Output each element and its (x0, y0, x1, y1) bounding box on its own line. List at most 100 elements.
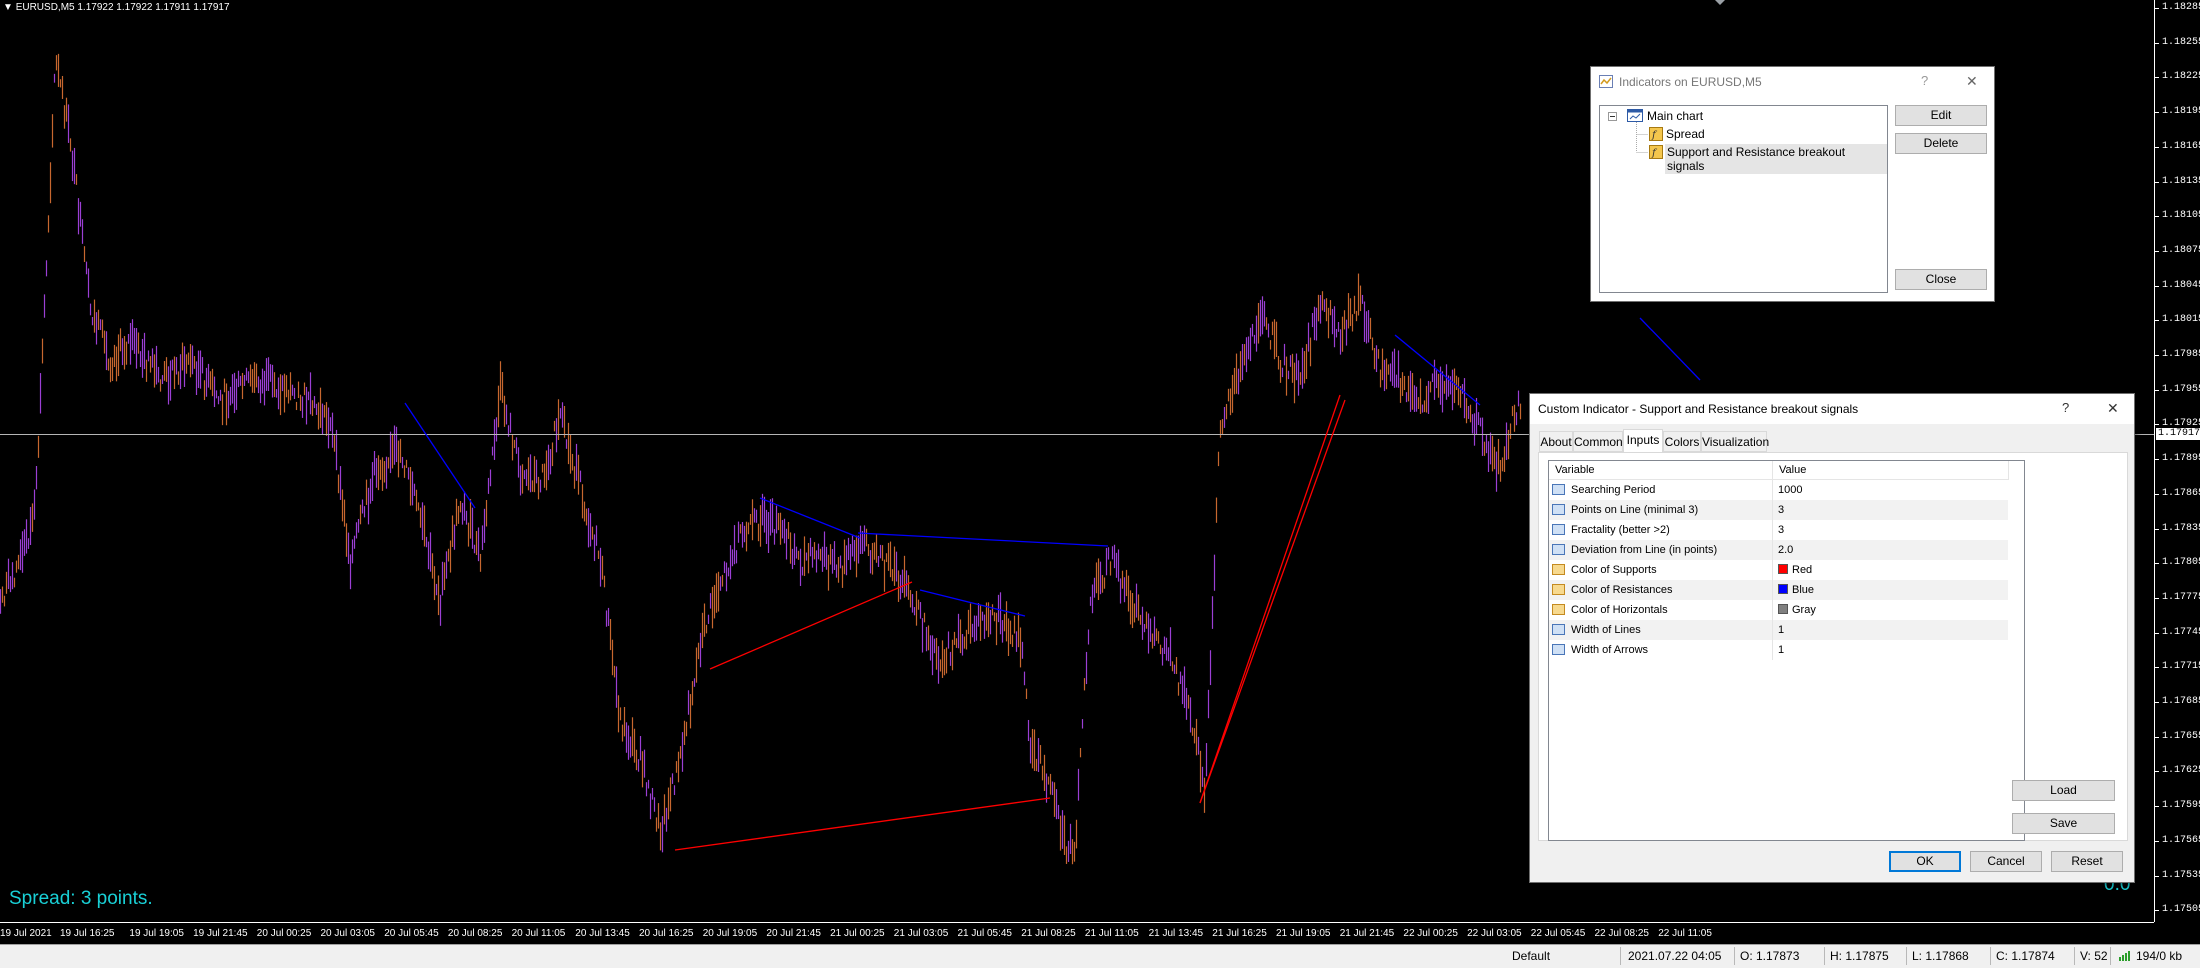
chart-menu-triangle-icon[interactable]: ▼ (3, 2, 13, 13)
input-value[interactable]: 3 (1778, 520, 1784, 540)
tree-item-sr-breakout[interactable]: Support and Resistance breakout signals (1665, 144, 1887, 174)
price-tick-label: 1.17865 (2162, 487, 2200, 499)
input-row[interactable]: Width of Arrows 1 (1549, 640, 2008, 660)
resistance-line[interactable] (857, 532, 1109, 547)
symbol-ohlc-text: EURUSD,M5 1.17922 1.17922 1.17911 1.1791… (15, 2, 230, 13)
input-value[interactable]: 3 (1778, 500, 1784, 520)
status-separator (1620, 947, 1621, 965)
price-tick-label: 1.17505 (2162, 904, 2200, 916)
price-axis[interactable]: 1.18285 1.18255 1.18225 1.18195 1.18165 1.181… (2154, 0, 2200, 922)
profile-name[interactable]: Default (1512, 949, 1550, 963)
tab-visualization[interactable]: Visualization (1701, 431, 1769, 452)
price-tick (2155, 8, 2159, 9)
price-tick (2155, 112, 2159, 114)
shift-marker-icon[interactable] (1715, 0, 1725, 5)
resistance-line[interactable] (919, 589, 1026, 617)
dialog-title-bar[interactable]: Custom Indicator - Support and Resistanc… (1530, 394, 2134, 424)
input-value[interactable]: Blue (1778, 580, 1814, 600)
price-tick (2155, 875, 2159, 877)
price-tick-label: 1.17595 (2162, 800, 2200, 812)
price-tick-label: 1.18135 (2162, 175, 2200, 187)
input-row[interactable]: Deviation from Line (in points) 2.0 (1549, 540, 2008, 560)
time-tick-label: 20 Jul 21:45 (766, 928, 821, 939)
status-volume: V: 52 (2080, 949, 2108, 963)
status-low: L: 1.17868 (1912, 949, 1969, 963)
price-tick-label: 1.17625 (2162, 765, 2200, 777)
input-value[interactable]: Red (1778, 560, 1812, 580)
tab-inputs[interactable]: Inputs (1623, 429, 1663, 453)
numeric-param-icon (1552, 524, 1565, 535)
input-row[interactable]: Searching Period 1000 (1549, 480, 2008, 500)
input-value[interactable]: Gray (1778, 600, 1816, 620)
tree-item-main-chart[interactable]: Main chart (1647, 109, 1703, 123)
time-tick-label: 19 Jul 21:45 (193, 928, 248, 939)
price-tick-label: 1.17835 (2162, 522, 2200, 534)
edit-button[interactable]: Edit (1895, 105, 1987, 126)
column-header-value[interactable]: Value (1773, 461, 2009, 480)
input-row[interactable]: Points on Line (minimal 3) 3 (1549, 500, 2008, 520)
time-tick-label: 22 Jul 03:05 (1467, 928, 1522, 939)
input-row[interactable]: Color of Horizontals Gray (1549, 600, 2008, 620)
resistance-line[interactable] (404, 402, 476, 509)
cancel-button[interactable]: Cancel (1970, 851, 2042, 872)
price-tick-label: 1.18165 (2162, 140, 2200, 152)
indicator-tree[interactable]: Main chart f Spread f Support and Resist… (1599, 105, 1888, 293)
time-tick-label: 21 Jul 08:25 (1021, 928, 1076, 939)
input-value[interactable]: 2.0 (1778, 540, 1793, 560)
chart-symbol-header[interactable]: ▼ EURUSD,M5 1.17922 1.17922 1.17911 1.17… (3, 2, 230, 13)
input-row[interactable]: Width of Lines 1 (1549, 620, 2008, 640)
input-variable-name: Deviation from Line (in points) (1571, 544, 1718, 556)
price-tick (2155, 702, 2159, 703)
price-tick-label: 1.17985 (2162, 349, 2200, 360)
delete-button[interactable]: Delete (1895, 133, 1987, 154)
numeric-param-icon (1552, 624, 1565, 635)
indicators-dialog: Indicators on EURUSD,M5 ? ✕ Main chart f… (1590, 66, 1995, 302)
connection-icon[interactable] (2118, 949, 2132, 963)
time-tick-label: 20 Jul 19:05 (702, 928, 758, 939)
input-value[interactable]: 1 (1778, 620, 1784, 640)
tab-common[interactable]: Common (1573, 431, 1623, 452)
input-value[interactable]: 1000 (1778, 480, 1802, 500)
help-icon[interactable]: ? (2062, 400, 2069, 415)
close-icon[interactable]: ✕ (2107, 400, 2119, 417)
status-separator (1734, 947, 1735, 965)
price-tick (2155, 320, 2159, 322)
input-variable-name: Points on Line (minimal 3) (1571, 504, 1699, 516)
support-line[interactable] (1199, 399, 1346, 804)
price-tick (2155, 459, 2159, 461)
status-separator (2074, 947, 2075, 965)
time-axis[interactable]: 19 Jul 2021 19 Jul 16:25 19 Jul 19:05 19 Ju… (0, 922, 2154, 945)
support-line[interactable] (1199, 394, 1341, 804)
price-tick-label: 1.17955 (2162, 383, 2200, 395)
input-value[interactable]: 1 (1778, 640, 1784, 660)
close-icon[interactable]: ✕ (1966, 73, 1978, 90)
price-tick-label: 1.17715 (2162, 661, 2200, 673)
reset-button[interactable]: Reset (2051, 851, 2123, 872)
input-row[interactable]: Fractality (better >2) 3 (1549, 520, 2008, 540)
save-button[interactable]: Save (2012, 813, 2115, 834)
status-open: O: 1.17873 (1740, 949, 1800, 963)
input-row[interactable]: Color of Resistances Blue (1549, 580, 2008, 600)
time-tick-label: 22 Jul 08:25 (1594, 928, 1650, 939)
tree-item-spread[interactable]: Spread (1666, 127, 1705, 141)
inputs-grid[interactable]: Variable Value Searching Period 1000 Point… (1548, 460, 2025, 841)
support-line[interactable] (674, 797, 1051, 851)
support-line[interactable] (709, 581, 913, 670)
input-row[interactable]: Color of Supports Red (1549, 560, 2008, 580)
price-tick (2155, 77, 2159, 79)
numeric-param-icon (1552, 644, 1565, 655)
input-variable-name: Searching Period (1571, 484, 1656, 496)
resistance-line[interactable] (1394, 334, 1481, 406)
resistance-line[interactable] (1639, 317, 1701, 381)
price-tick (2155, 632, 2159, 634)
chart-window-icon (1627, 109, 1643, 125)
load-button[interactable]: Load (2012, 780, 2115, 801)
tab-colors[interactable]: Colors (1663, 431, 1701, 452)
close-button[interactable]: Close (1895, 269, 1987, 290)
help-icon[interactable]: ? (1921, 73, 1928, 88)
dialog-title-bar[interactable]: Indicators on EURUSD,M5 ? ✕ (1591, 67, 1994, 97)
tab-about[interactable]: About (1539, 431, 1573, 452)
ok-button[interactable]: OK (1889, 851, 1961, 872)
column-header-variable[interactable]: Variable (1549, 461, 1773, 480)
price-tick (2155, 840, 2159, 842)
